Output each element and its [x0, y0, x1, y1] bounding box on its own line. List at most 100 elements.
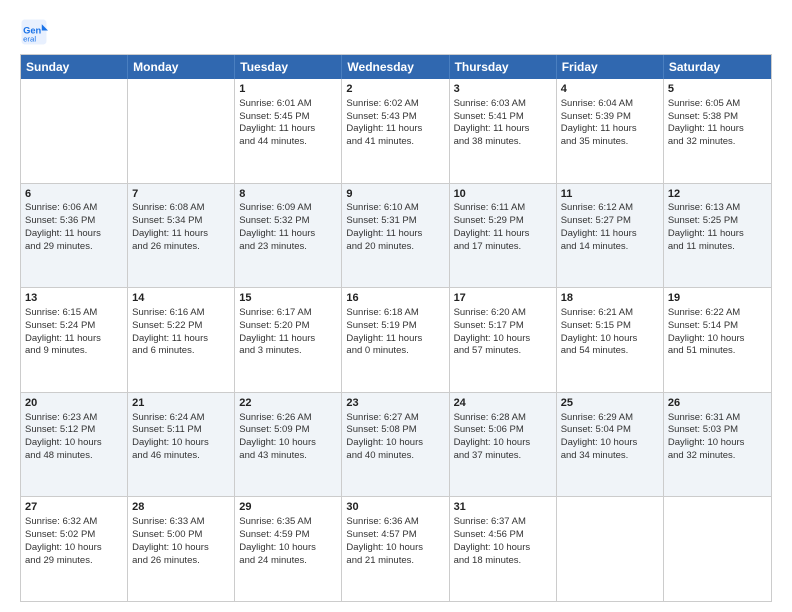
day-number-2: 2 — [346, 82, 444, 97]
cell-info-line: Daylight: 10 hours — [454, 333, 552, 346]
cell-info-line: Sunset: 5:12 PM — [25, 424, 123, 437]
cell-info-line: Daylight: 10 hours — [346, 437, 444, 450]
day-cell-26: 26Sunrise: 6:31 AMSunset: 5:03 PMDayligh… — [664, 393, 771, 497]
day-cell-8: 8Sunrise: 6:09 AMSunset: 5:32 PMDaylight… — [235, 184, 342, 288]
cell-info-line: and 23 minutes. — [239, 241, 337, 254]
cell-info-line: Sunrise: 6:01 AM — [239, 98, 337, 111]
cell-info-line: and 21 minutes. — [346, 555, 444, 568]
cell-info-line: Daylight: 11 hours — [239, 123, 337, 136]
empty-cell — [128, 79, 235, 183]
day-number-11: 11 — [561, 187, 659, 202]
col-header-tuesday: Tuesday — [235, 55, 342, 79]
cell-info-line: Sunset: 5:20 PM — [239, 320, 337, 333]
cell-info-line: Sunrise: 6:26 AM — [239, 412, 337, 425]
calendar-row-4: 20Sunrise: 6:23 AMSunset: 5:12 PM Dayligh… — [21, 392, 771, 497]
cell-info-line: and 18 minutes. — [454, 555, 552, 568]
cell-info-line: Sunrise: 6:21 AM — [561, 307, 659, 320]
day-number-8: 8 — [239, 187, 337, 202]
day-number-30: 30 — [346, 500, 444, 515]
day-number-26: 26 — [668, 396, 767, 411]
cell-info-line: Sunset: 5:36 PM — [25, 215, 123, 228]
cell-info-line: and 24 minutes. — [239, 555, 337, 568]
svg-text:eral: eral — [23, 34, 36, 43]
day-cell-10: 10Sunrise: 6:11 AMSunset: 5:29 PMDayligh… — [450, 184, 557, 288]
cell-info-line: Daylight: 11 hours — [132, 228, 230, 241]
cell-info-line: Sunrise: 6:35 AM — [239, 516, 337, 529]
day-cell-21: 21Sunrise: 6:24 AMSunset: 5:11 PMDayligh… — [128, 393, 235, 497]
cell-info-line: Sunrise: 6:24 AM — [132, 412, 230, 425]
day-cell-29: 29Sunrise: 6:35 AMSunset: 4:59 PMDayligh… — [235, 497, 342, 601]
cell-info-line: Sunset: 5:29 PM — [454, 215, 552, 228]
cell-info-line: Daylight: 10 hours — [239, 542, 337, 555]
cell-info-line: Sunrise: 6:04 AM — [561, 98, 659, 111]
cell-info-line: Daylight: 10 hours — [561, 437, 659, 450]
day-number-4: 4 — [561, 82, 659, 97]
cell-info-line: and 20 minutes. — [346, 241, 444, 254]
calendar-row-5: 27Sunrise: 6:32 AMSunset: 5:02 PMDayligh… — [21, 496, 771, 601]
cell-info-line: Daylight: 11 hours — [239, 333, 337, 346]
calendar-body: 1Sunrise: 6:01 AMSunset: 5:45 PMDaylight… — [21, 79, 771, 601]
cell-info-line: Sunrise: 6:12 AM — [561, 202, 659, 215]
day-number-22: 22 — [239, 396, 337, 411]
day-number-9: 9 — [346, 187, 444, 202]
day-number-21: 21 — [132, 396, 230, 411]
cell-info-line: and 32 minutes. — [668, 136, 767, 149]
cell-info-line: Sunset: 5:11 PM — [132, 424, 230, 437]
cell-info-line: Sunrise: 6:23 AM — [25, 412, 123, 425]
day-number-7: 7 — [132, 187, 230, 202]
cell-info-line: Daylight: 10 hours — [25, 542, 123, 555]
cell-info-line: Sunset: 5:45 PM — [239, 111, 337, 124]
cell-info-line: and 26 minutes. — [132, 241, 230, 254]
cell-info-line: and 51 minutes. — [668, 345, 767, 358]
cell-info-line: and 40 minutes. — [346, 450, 444, 463]
cell-info-line: Sunset: 5:08 PM — [346, 424, 444, 437]
cell-info-line: Sunset: 5:04 PM — [561, 424, 659, 437]
cell-info-line: Sunset: 5:39 PM — [561, 111, 659, 124]
col-header-sunday: Sunday — [21, 55, 128, 79]
day-cell-16: 16Sunrise: 6:18 AMSunset: 5:19 PMDayligh… — [342, 288, 449, 392]
day-number-13: 13 — [25, 291, 123, 306]
cell-info-line: and 32 minutes. — [668, 450, 767, 463]
calendar-row-3: 13Sunrise: 6:15 AMSunset: 5:24 PMDayligh… — [21, 287, 771, 392]
day-number-25: 25 — [561, 396, 659, 411]
day-cell-23: 23Sunrise: 6:27 AMSunset: 5:08 PMDayligh… — [342, 393, 449, 497]
cell-info-line: and 57 minutes. — [454, 345, 552, 358]
day-cell-3: 3Sunrise: 6:03 AMSunset: 5:41 PMDaylight… — [450, 79, 557, 183]
cell-info-line: Sunrise: 6:10 AM — [346, 202, 444, 215]
day-cell-17: 17Sunrise: 6:20 AMSunset: 5:17 PMDayligh… — [450, 288, 557, 392]
day-cell-19: 19Sunrise: 6:22 AMSunset: 5:14 PMDayligh… — [664, 288, 771, 392]
calendar: SundayMondayTuesdayWednesdayThursdayFrid… — [20, 54, 772, 602]
day-number-31: 31 — [454, 500, 552, 515]
cell-info-line: and 29 minutes. — [25, 241, 123, 254]
cell-info-line: Sunset: 5:09 PM — [239, 424, 337, 437]
cell-info-line: Daylight: 11 hours — [561, 123, 659, 136]
cell-info-line: Sunset: 5:43 PM — [346, 111, 444, 124]
cell-info-line: Sunset: 5:03 PM — [668, 424, 767, 437]
cell-info-line: and 29 minutes. — [25, 555, 123, 568]
cell-info-line: and 44 minutes. — [239, 136, 337, 149]
cell-info-line: Daylight: 11 hours — [346, 333, 444, 346]
cell-info-line: Sunrise: 6:20 AM — [454, 307, 552, 320]
cell-info-line: Sunset: 5:02 PM — [25, 529, 123, 542]
cell-info-line: Sunset: 5:24 PM — [25, 320, 123, 333]
cell-info-line: Daylight: 10 hours — [668, 437, 767, 450]
cell-info-line: Daylight: 11 hours — [25, 333, 123, 346]
cell-info-line: Sunrise: 6:28 AM — [454, 412, 552, 425]
day-cell-5: 5Sunrise: 6:05 AMSunset: 5:38 PMDaylight… — [664, 79, 771, 183]
day-number-20: 20 — [25, 396, 123, 411]
cell-info-line: Daylight: 11 hours — [454, 123, 552, 136]
cell-info-line: Sunrise: 6:36 AM — [346, 516, 444, 529]
cell-info-line: Sunset: 5:14 PM — [668, 320, 767, 333]
day-cell-9: 9Sunrise: 6:10 AMSunset: 5:31 PMDaylight… — [342, 184, 449, 288]
day-number-1: 1 — [239, 82, 337, 97]
calendar-header-row: SundayMondayTuesdayWednesdayThursdayFrid… — [21, 55, 771, 79]
calendar-row-1: 1Sunrise: 6:01 AMSunset: 5:45 PMDaylight… — [21, 79, 771, 183]
calendar-row-2: 6Sunrise: 6:06 AMSunset: 5:36 PMDaylight… — [21, 183, 771, 288]
cell-info-line: Sunset: 4:56 PM — [454, 529, 552, 542]
day-number-10: 10 — [454, 187, 552, 202]
logo-icon: Gen eral — [20, 18, 48, 46]
cell-info-line: and 43 minutes. — [239, 450, 337, 463]
cell-info-line: Sunrise: 6:06 AM — [25, 202, 123, 215]
cell-info-line: Sunset: 5:19 PM — [346, 320, 444, 333]
cell-info-line: Sunset: 5:06 PM — [454, 424, 552, 437]
